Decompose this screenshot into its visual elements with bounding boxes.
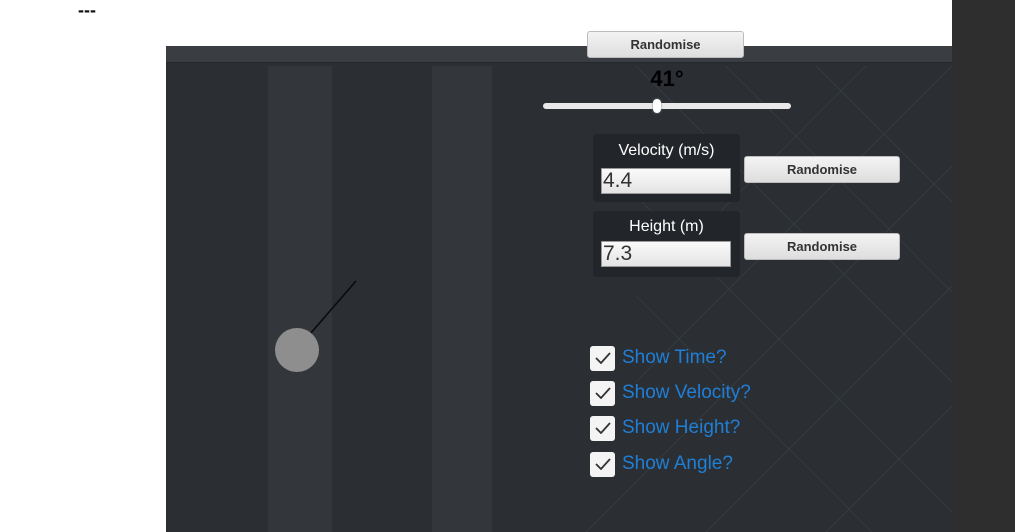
toggle-show-height[interactable]: Show Height? <box>590 415 740 441</box>
toggle-label: Show Height? <box>622 417 741 438</box>
angle-slider-track[interactable] <box>543 103 791 109</box>
checkmark-icon <box>594 422 611 434</box>
trajectory-layer <box>296 280 357 350</box>
height-input[interactable]: 7.3 <box>601 241 731 267</box>
toggle-label: Show Velocity? <box>622 382 751 403</box>
toggle-label: Show Angle? <box>622 453 733 474</box>
checkbox-show-angle[interactable] <box>590 451 615 477</box>
page: --- Randomise 41° Velocity (m/s) 4.4 Ran… <box>0 0 1015 532</box>
velocity-input[interactable]: 4.4 <box>601 168 731 194</box>
toggle-show-time[interactable]: Show Time? <box>590 345 727 371</box>
checkmark-icon <box>594 458 611 470</box>
toggle-show-velocity[interactable]: Show Velocity? <box>590 380 751 406</box>
angle-slider-handle[interactable] <box>653 99 662 113</box>
randomise-velocity-button[interactable]: Randomise <box>744 156 900 183</box>
checkbox-show-time[interactable] <box>590 345 615 371</box>
checkmark-icon <box>594 387 611 399</box>
angle-value-label: 41° <box>650 66 684 91</box>
velocity-title: Velocity (m/s) <box>618 142 715 159</box>
velocity-panel: Velocity (m/s) 4.4 <box>593 134 740 202</box>
projectile-ball[interactable] <box>275 328 319 372</box>
simulation-canvas[interactable] <box>166 46 952 532</box>
toggle-label: Show Time? <box>622 347 727 368</box>
toggle-show-angle[interactable]: Show Angle? <box>590 451 733 477</box>
checkbox-show-velocity[interactable] <box>590 380 615 406</box>
page-dashes-text: --- <box>78 0 96 20</box>
height-panel: Height (m) 7.3 <box>593 211 740 277</box>
height-title: Height (m) <box>629 218 704 235</box>
checkbox-show-height[interactable] <box>590 415 615 441</box>
randomise-height-button[interactable]: Randomise <box>744 233 900 260</box>
checkmark-icon <box>594 352 611 364</box>
right-edge-strip <box>952 0 1015 532</box>
randomise-angle-button[interactable]: Randomise <box>587 31 744 58</box>
